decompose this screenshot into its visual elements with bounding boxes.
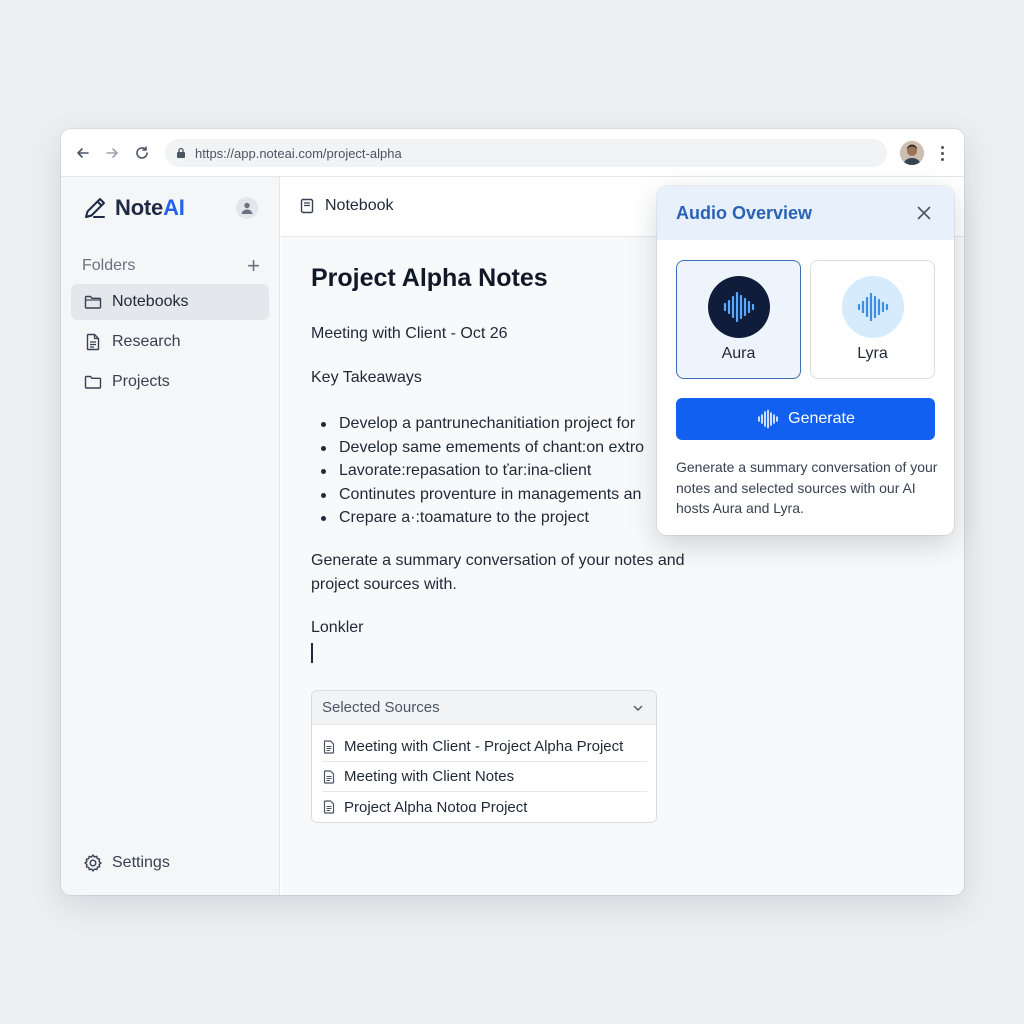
close-icon[interactable]	[914, 203, 934, 223]
account-button[interactable]	[236, 197, 258, 219]
gear-icon	[84, 854, 102, 872]
sidebar: NoteAI Folders + Notebooks Research Proj…	[61, 177, 280, 895]
forward-button[interactable]	[100, 141, 124, 165]
host-card-lyra[interactable]: Lyra	[810, 260, 935, 379]
audio-overview-popover: Audio Overview Aura Lyra Generate Genera…	[657, 186, 954, 535]
settings-button[interactable]: Settings	[83, 851, 170, 875]
sidebar-item-projects[interactable]: Projects	[71, 364, 269, 400]
arrow-right-icon	[106, 148, 118, 158]
add-folder-button[interactable]: +	[247, 255, 260, 277]
chevron-down-icon	[633, 705, 643, 711]
sources-list: Meeting with Client - Project Alpha Proj…	[312, 725, 656, 822]
arrow-left-icon	[77, 148, 89, 158]
sources-header-label: Selected Sources	[322, 699, 440, 716]
list-item: Crepare a·:toamature to the project	[311, 506, 661, 530]
brand-prefix: Note	[115, 195, 164, 220]
browser-menu-button[interactable]	[933, 141, 951, 165]
sidebar-item-notebooks[interactable]: Notebooks	[71, 284, 269, 320]
summary-text-line-1: Generate a summary conversation of your …	[311, 552, 685, 569]
source-label: Meeting with Client - Project Alpha Proj…	[344, 738, 624, 755]
sidebar-item-label: Notebooks	[112, 293, 189, 310]
generate-label: Generate	[788, 410, 855, 427]
waveform-icon	[723, 291, 754, 323]
avatar-icon	[900, 141, 924, 165]
folders-label: Folders	[82, 257, 136, 274]
tab-label: Notebook	[325, 197, 394, 214]
menu-dot	[940, 151, 944, 155]
source-item[interactable]: Project Alpha Notoɑ Project	[322, 792, 647, 822]
sidebar-item-label: Projects	[112, 373, 170, 390]
aura-orb	[707, 276, 770, 338]
lonkler-text: Lonkler	[311, 619, 364, 636]
brand-name: NoteAI	[115, 195, 185, 221]
source-label: Meeting with Client Notes	[344, 768, 515, 785]
summary-text-line-2: project sources with.	[311, 576, 457, 593]
takeaways-heading: Key Takeaways	[311, 369, 422, 386]
tab-notebook[interactable]: Notebook	[299, 195, 394, 217]
menu-dot	[940, 157, 944, 161]
settings-label: Settings	[112, 854, 170, 871]
folders-header: Folders +	[82, 255, 260, 277]
generate-button[interactable]: Generate	[676, 398, 935, 440]
meeting-line: Meeting with Client - Oct 26	[311, 325, 508, 342]
host-name: Lyra	[857, 345, 888, 362]
menu-dot	[940, 145, 944, 149]
profile-avatar[interactable]	[900, 141, 924, 165]
source-item[interactable]: Meeting with Client Notes	[322, 762, 647, 792]
reload-icon	[136, 146, 148, 159]
notebook-icon	[300, 198, 314, 214]
reload-button[interactable]	[130, 141, 154, 165]
address-bar[interactable]: https://app.noteai.com/project-alpha	[165, 139, 887, 167]
sidebar-item-label: Research	[112, 333, 181, 350]
note-title: Project Alpha Notes	[311, 264, 548, 292]
folder-icon	[84, 375, 102, 389]
selected-sources-panel: Selected Sources Meeting with Client - P…	[311, 690, 657, 823]
audio-overview-description: Generate a summary conversation of your …	[676, 459, 938, 516]
document-icon	[323, 739, 335, 754]
brand-suffix: AI	[163, 195, 185, 220]
source-item[interactable]: Meeting with Client - Project Alpha Proj…	[322, 732, 647, 762]
takeaways-list: Develop a pantrunechanitiation project f…	[311, 412, 661, 530]
text-cursor	[311, 643, 313, 663]
url-text: https://app.noteai.com/project-alpha	[195, 145, 402, 161]
brand-logo[interactable]: NoteAI	[81, 193, 185, 223]
pencil-icon	[85, 198, 105, 218]
lock-icon	[177, 147, 185, 158]
popover-header: Audio Overview	[657, 186, 954, 240]
selected-sources-dropdown[interactable]: Selected Sources	[312, 691, 656, 725]
popover-title: Audio Overview	[676, 202, 813, 223]
document-icon	[323, 769, 335, 784]
host-name: Aura	[721, 345, 756, 362]
document-icon	[323, 800, 335, 814]
source-label: Project Alpha Notoɑ Project	[344, 798, 528, 816]
list-item: Develop a pantrunechanitiation project f…	[311, 412, 661, 436]
back-button[interactable]	[71, 141, 95, 165]
list-item: Develop same emements of chant:on extro	[311, 436, 661, 460]
list-item: Lavorate:repasation to ťar:ina-client	[311, 459, 661, 483]
document-icon	[86, 333, 100, 351]
list-item: Continutes proventure in managements an	[311, 483, 661, 507]
host-card-aura[interactable]: Aura	[676, 260, 801, 379]
user-icon	[241, 202, 253, 214]
waveform-icon	[758, 409, 778, 429]
folder-icon	[84, 295, 102, 309]
lyra-orb	[841, 276, 904, 338]
browser-toolbar: https://app.noteai.com/project-alpha	[61, 129, 964, 177]
sidebar-item-research[interactable]: Research	[71, 324, 269, 360]
waveform-icon	[857, 292, 888, 322]
